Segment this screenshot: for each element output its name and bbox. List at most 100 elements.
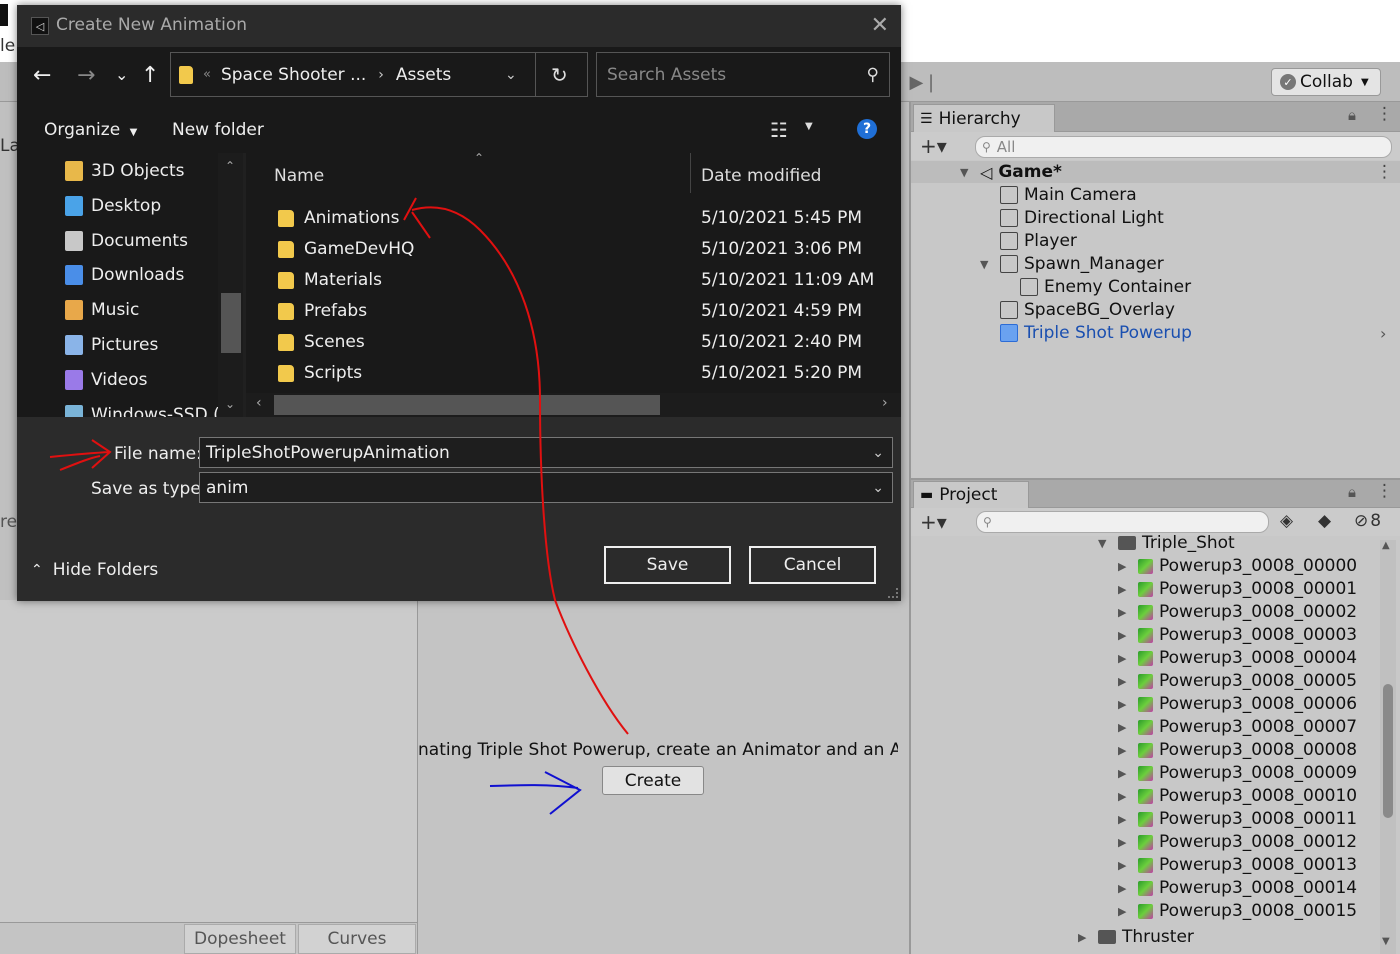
nav-item[interactable]: Videos (65, 369, 148, 390)
collapse-arrow-icon[interactable]: ▶ (1118, 905, 1132, 918)
nav-scrollbar[interactable]: ⌃ ⌄ (218, 153, 243, 417)
file-row[interactable]: Prefabs 5/10/2021 4:59 PM (246, 298, 896, 329)
project-asset-item[interactable]: ▶ Powerup3_0008_00001 (1118, 579, 1357, 599)
breadcrumb-space-shooter[interactable]: Space Shooter ... (221, 65, 366, 85)
nav-item[interactable]: Documents (65, 230, 188, 251)
project-folder-thruster[interactable]: ▶ Thruster (1078, 927, 1194, 947)
save-type-select[interactable]: anim ⌄ (199, 472, 893, 503)
scroll-up-icon[interactable]: ▲ (1382, 540, 1390, 551)
project-search-input[interactable]: ⚲ (976, 511, 1269, 533)
collapse-arrow-icon[interactable]: ▶ (1118, 790, 1132, 803)
collapse-arrow-icon[interactable]: ▶ (1118, 767, 1132, 780)
collapse-arrow-icon[interactable]: ▶ (1118, 629, 1132, 642)
up-arrow-icon[interactable]: ↑ (141, 63, 159, 88)
nav-item[interactable]: 3D Objects (65, 161, 185, 181)
tab-project[interactable]: ▬ Project (913, 481, 1029, 508)
filter-by-type-icon[interactable]: ◈ (1280, 511, 1293, 531)
hierarchy-item[interactable]: Main Camera (980, 185, 1137, 205)
collapse-arrow-icon[interactable]: ▶ (1118, 652, 1132, 665)
back-arrow-icon[interactable]: ← (33, 63, 51, 88)
collapse-arrow-icon[interactable]: ▶ (1118, 882, 1132, 895)
project-scrollbar[interactable]: ▲ ▼ (1380, 540, 1396, 954)
hierarchy-item[interactable]: Enemy Container (1000, 277, 1191, 297)
project-asset-item[interactable]: ▶ Powerup3_0008_00013 (1118, 855, 1357, 875)
hierarchy-item[interactable]: Triple Shot Powerup (980, 323, 1192, 343)
tab-curves[interactable]: Curves (298, 924, 416, 954)
hierarchy-search-input[interactable]: ⚲ All (975, 136, 1392, 158)
scroll-left-icon[interactable]: ‹ (256, 395, 262, 411)
add-icon[interactable]: +▾ (920, 134, 947, 158)
hierarchy-item[interactable]: Player (980, 231, 1077, 251)
column-header-name[interactable]: Name (274, 166, 324, 186)
scroll-thumb[interactable] (1383, 684, 1393, 818)
lock-icon[interactable]: 🔒︎ (1348, 106, 1356, 124)
forward-arrow-icon[interactable]: → (77, 63, 95, 88)
expand-arrow-icon[interactable]: ▼ (980, 258, 994, 271)
project-asset-item[interactable]: ▶ Powerup3_0008_00010 (1118, 786, 1357, 806)
collapse-arrow-icon[interactable]: ▶ (1118, 583, 1132, 596)
project-asset-item[interactable]: ▶ Powerup3_0008_00003 (1118, 625, 1357, 645)
nav-item[interactable]: Pictures (65, 335, 158, 355)
hidden-packages-button[interactable]: ⊘ 8 (1354, 511, 1381, 531)
collapse-arrow-icon[interactable]: ▶ (1118, 698, 1132, 711)
collapse-arrow-icon[interactable]: ▶ (1118, 721, 1132, 734)
project-asset-item[interactable]: ▶ Powerup3_0008_00004 (1118, 648, 1357, 668)
chevron-right-icon[interactable]: › (1380, 324, 1386, 343)
collab-button[interactable]: ✓ Collab ▼ (1271, 68, 1381, 96)
breadcrumb-assets[interactable]: Assets (396, 65, 451, 85)
collapse-arrow-icon[interactable]: ▶ (1118, 836, 1132, 849)
scroll-down-icon[interactable]: ▼ (1382, 936, 1390, 947)
project-asset-item[interactable]: ▶ Powerup3_0008_00006 (1118, 694, 1357, 714)
collapse-arrow-icon[interactable]: ▶ (1118, 744, 1132, 757)
project-asset-item[interactable]: ▶ Powerup3_0008_00015 (1118, 901, 1357, 921)
tab-dopesheet[interactable]: Dopesheet (184, 924, 296, 954)
chevron-down-icon[interactable]: ⌄ (872, 445, 884, 461)
tab-hierarchy[interactable]: ☰ Hierarchy (913, 104, 1055, 132)
file-row[interactable]: Scenes 5/10/2021 2:40 PM (246, 329, 896, 360)
project-asset-item[interactable]: ▶ Powerup3_0008_00009 (1118, 763, 1357, 783)
address-bar[interactable]: « Space Shooter ... › Assets ⌄ ↻ (170, 52, 588, 97)
view-dropdown-icon[interactable]: ▼ (805, 121, 813, 132)
project-lock-icon[interactable]: 🔒︎ (1348, 483, 1356, 501)
scene-menu-icon[interactable]: ⋮ (1376, 162, 1393, 182)
nav-item[interactable]: Downloads (65, 265, 184, 286)
scroll-down-icon[interactable]: ⌄ (225, 397, 235, 411)
create-animation-button[interactable]: Create (602, 766, 704, 795)
refresh-icon[interactable]: ↻ (551, 63, 568, 87)
organize-button[interactable]: Organize ▼ (44, 120, 137, 140)
project-asset-item[interactable]: ▶ Powerup3_0008_00011 (1118, 809, 1357, 829)
project-folder-item[interactable]: ▼ Triple_Shot (1098, 533, 1235, 553)
project-asset-item[interactable]: ▶ Powerup3_0008_00014 (1118, 878, 1357, 898)
save-button[interactable]: Save (604, 546, 731, 584)
collapse-arrow-icon[interactable]: ▶ (1118, 859, 1132, 872)
collapse-arrow-icon[interactable]: ▶ (1118, 813, 1132, 826)
h-scroll-thumb[interactable] (274, 395, 660, 415)
file-row[interactable]: Materials 5/10/2021 11:09 AM (246, 267, 896, 298)
address-dropdown-icon[interactable]: ⌄ (505, 67, 517, 83)
column-header-date[interactable]: Date modified (701, 166, 821, 186)
hierarchy-item[interactable]: ▼ Spawn_Manager (980, 254, 1164, 274)
collapse-arrow-icon[interactable]: ▶ (1118, 606, 1132, 619)
scene-item[interactable]: ▼ ◁ Game* (960, 162, 1062, 182)
collapse-arrow-icon[interactable]: ▶ (1118, 675, 1132, 688)
close-icon[interactable]: ✕ (871, 13, 889, 38)
recent-locations-icon[interactable]: ⌄ (115, 65, 128, 84)
chevron-down-icon[interactable]: ⌄ (872, 480, 884, 496)
view-options-icon[interactable]: ☷ (770, 118, 788, 142)
hierarchy-item[interactable]: Directional Light (980, 208, 1164, 228)
file-row[interactable]: GameDevHQ 5/10/2021 3:06 PM (246, 236, 896, 267)
horizontal-scrollbar[interactable]: ‹ › (246, 393, 901, 417)
nav-item[interactable]: Music (65, 300, 139, 321)
cancel-button[interactable]: Cancel (749, 546, 876, 584)
help-icon[interactable]: ? (857, 119, 877, 139)
step-button[interactable]: ▶❘ (904, 66, 944, 98)
project-asset-item[interactable]: ▶ Powerup3_0008_00008 (1118, 740, 1357, 760)
project-asset-item[interactable]: ▶ Powerup3_0008_00007 (1118, 717, 1357, 737)
nav-item[interactable]: Windows-SSD (C (65, 404, 232, 417)
scroll-up-icon[interactable]: ⌃ (225, 159, 235, 173)
scroll-right-icon[interactable]: › (882, 395, 888, 411)
collapse-arrow-icon[interactable]: ▶ (1118, 560, 1132, 573)
label-filter-icon[interactable]: ◆ (1318, 511, 1331, 531)
file-row[interactable]: Scripts 5/10/2021 5:20 PM (246, 360, 896, 391)
nav-scroll-thumb[interactable] (221, 293, 241, 353)
